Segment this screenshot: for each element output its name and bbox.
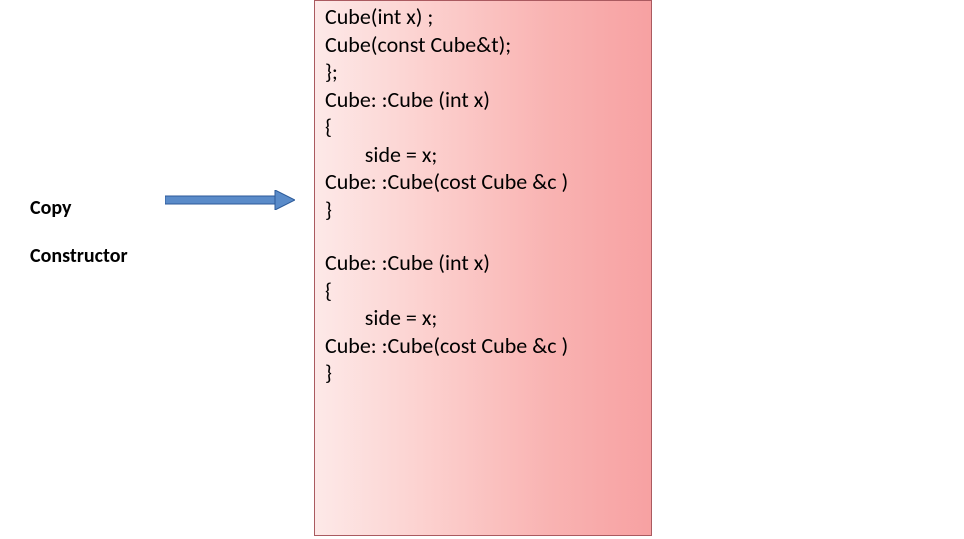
code-line: Cube(const Cube&t); xyxy=(325,31,641,59)
code-line: side = x; xyxy=(325,141,641,169)
blank-gap xyxy=(325,223,641,249)
code-line: } xyxy=(325,359,641,387)
code-line: } xyxy=(325,196,641,224)
slide: Copy Constructor Cube(int x) ; Cube(cons… xyxy=(0,0,964,539)
code-line: Cube: :Cube(cost Cube &c ) xyxy=(325,332,641,360)
code-line: Cube: :Cube (int x) xyxy=(325,249,641,277)
code-line: }; xyxy=(325,58,641,86)
code-box: Cube(int x) ; Cube(const Cube&t); }; Cub… xyxy=(314,0,652,536)
code-line: { xyxy=(325,277,641,305)
code-line: side = x; xyxy=(325,304,641,332)
label-line-2: Constructor xyxy=(30,244,128,268)
label-line-1: Copy xyxy=(30,196,71,220)
arrow-right-icon xyxy=(165,190,295,210)
code-line: Cube: :Cube (int x) xyxy=(325,86,641,114)
code-line: Cube: :Cube(cost Cube &c ) xyxy=(325,168,641,196)
code-line: Cube(int x) ; xyxy=(325,3,641,31)
code-line: { xyxy=(325,113,641,141)
copy-constructor-label: Copy Constructor xyxy=(30,172,128,268)
